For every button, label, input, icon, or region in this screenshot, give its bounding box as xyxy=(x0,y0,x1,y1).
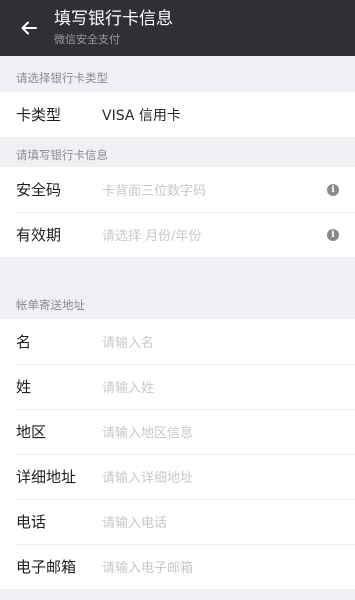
last-name-row[interactable]: 姓 请输入姓 xyxy=(0,364,355,409)
billing-group: 名 请输入名 姓 请输入姓 地区 请输入地区信息 详细地址 请输入详细地址 电话… xyxy=(0,319,355,589)
card-type-row[interactable]: 卡类型 VISA 信用卡 xyxy=(0,92,355,137)
phone-input[interactable]: 请输入电话 xyxy=(102,512,339,531)
billing-section-header: 帐单寄送地址 xyxy=(0,283,355,319)
card-type-section-header: 请选择银行卡类型 xyxy=(0,56,355,92)
section-gap xyxy=(0,257,355,283)
security-code-row[interactable]: 安全码 卡背面三位数字码 i xyxy=(0,167,355,212)
security-code-input[interactable]: 卡背面三位数字码 xyxy=(102,180,327,199)
last-name-input[interactable]: 请输入姓 xyxy=(102,377,339,396)
region-input[interactable]: 请输入地区信息 xyxy=(102,422,339,441)
address-row[interactable]: 详细地址 请输入详细地址 xyxy=(0,454,355,499)
expiry-input[interactable]: 请选择 月份/年份 xyxy=(102,225,327,244)
card-type-value: VISA 信用卡 xyxy=(102,107,181,124)
first-name-row[interactable]: 名 请输入名 xyxy=(0,319,355,364)
page-subtitle: 微信安全支付 xyxy=(54,33,120,46)
address-label: 详细地址 xyxy=(16,468,77,486)
phone-label: 电话 xyxy=(16,513,47,531)
page-title: 填写银行卡信息 xyxy=(54,9,173,29)
first-name-input[interactable]: 请输入名 xyxy=(102,332,339,351)
card-info-section-header: 请填写银行卡信息 xyxy=(0,137,355,167)
last-name-label: 姓 xyxy=(16,378,32,396)
info-icon[interactable]: i xyxy=(327,228,339,241)
top-bar: 填写银行卡信息 微信安全支付 xyxy=(0,0,355,56)
phone-row[interactable]: 电话 请输入电话 xyxy=(0,499,355,544)
region-row[interactable]: 地区 请输入地区信息 xyxy=(0,409,355,454)
email-input[interactable]: 请输入电子邮箱 xyxy=(102,557,339,576)
security-code-label: 安全码 xyxy=(16,181,62,199)
back-button[interactable] xyxy=(14,13,44,43)
address-input[interactable]: 请输入详细地址 xyxy=(102,467,339,486)
back-arrow-icon xyxy=(21,21,37,35)
expiry-label: 有效期 xyxy=(16,226,62,244)
card-type-group: 卡类型 VISA 信用卡 xyxy=(0,92,355,137)
region-label: 地区 xyxy=(16,423,47,441)
email-row[interactable]: 电子邮箱 请输入电子邮箱 xyxy=(0,544,355,589)
expiry-row[interactable]: 有效期 请选择 月份/年份 i xyxy=(0,212,355,257)
first-name-label: 名 xyxy=(16,333,32,351)
card-type-label: 卡类型 xyxy=(16,106,62,124)
email-label: 电子邮箱 xyxy=(16,558,77,576)
info-icon[interactable]: i xyxy=(327,183,339,196)
card-info-group: 安全码 卡背面三位数字码 i 有效期 请选择 月份/年份 i xyxy=(0,167,355,257)
